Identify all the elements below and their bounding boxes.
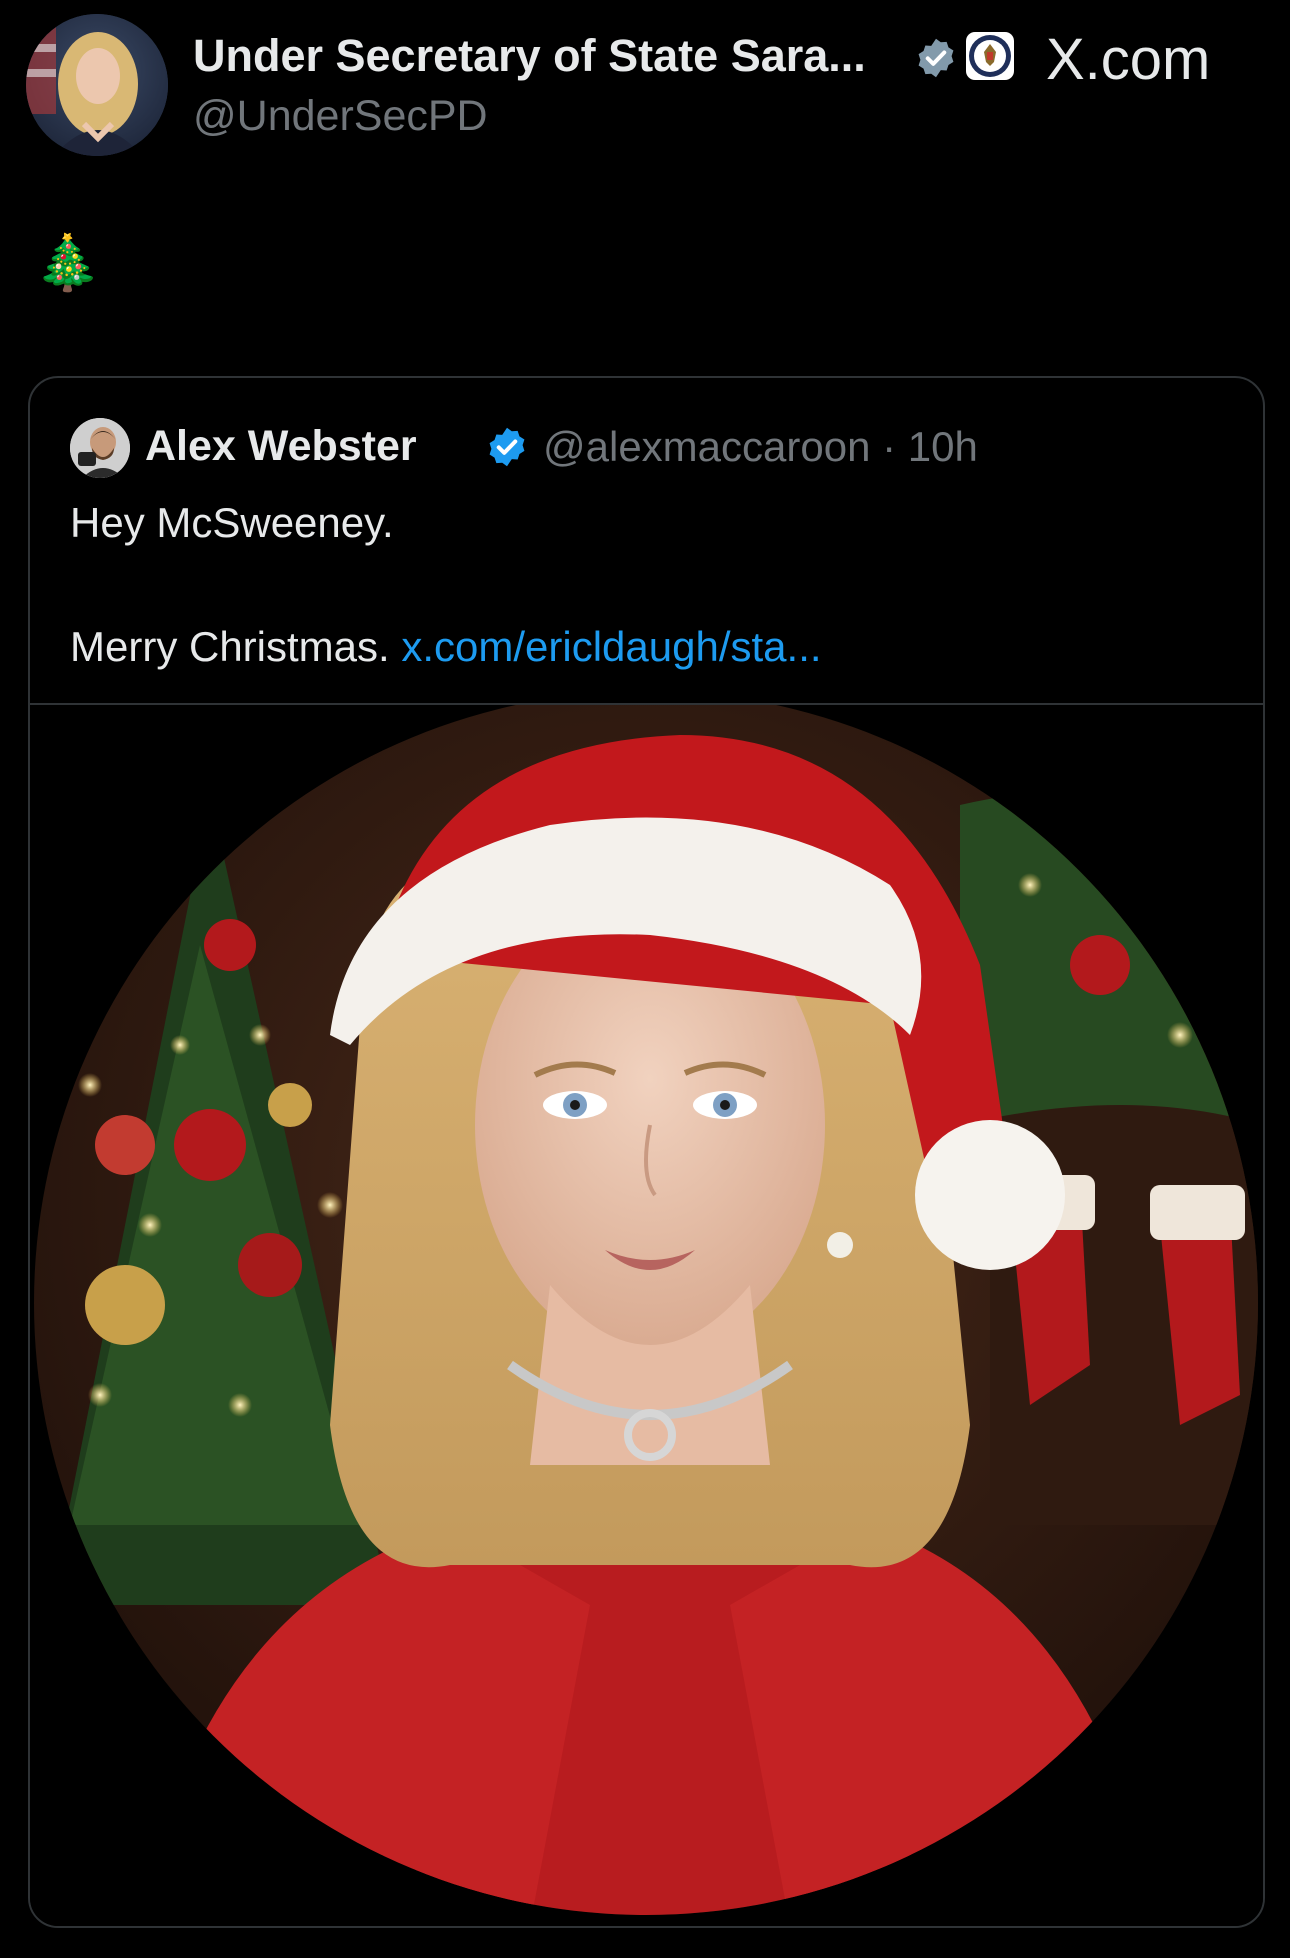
- verified-badge-icon: [914, 36, 958, 80]
- author-display-name[interactable]: Under Secretary of State Sara...: [193, 30, 866, 82]
- author-avatar-image: [26, 14, 168, 156]
- quoted-author-handle[interactable]: @alexmaccaroon · 10h: [543, 423, 978, 471]
- quoted-tweet-card[interactable]: Alex Webster @alexmaccaroon · 10h Hey Mc…: [28, 376, 1265, 1928]
- x-brand-label: X.com: [1046, 26, 1210, 93]
- author-handle[interactable]: @UnderSecPD: [193, 92, 488, 141]
- brand-text: X.com: [1046, 27, 1211, 92]
- quoted-author-avatar[interactable]: [70, 418, 130, 478]
- quoted-tweet-body: Hey McSweeney. Merry Christmas. x.com/er…: [70, 498, 1230, 672]
- post-header: Under Secretary of State Sara... @UnderS…: [0, 0, 1290, 180]
- quoted-link[interactable]: x.com/ericldaugh/sta...: [401, 623, 821, 670]
- quoted-tweet-header: Alex Webster @alexmaccaroon · 10h: [70, 418, 1250, 478]
- tweet-text: 🎄: [34, 233, 102, 293]
- quoted-author-name[interactable]: Alex Webster: [145, 422, 417, 471]
- quoted-text: Merry Christmas.: [70, 623, 390, 670]
- quoted-text-line: Merry Christmas. x.com/ericldaugh/sta...: [70, 622, 1230, 672]
- author-avatar[interactable]: [26, 14, 168, 156]
- state-department-seal-icon[interactable]: [966, 32, 1014, 80]
- quoted-text-line: Hey McSweeney.: [70, 499, 394, 546]
- verified-badge-icon: [485, 425, 529, 469]
- santa-hat-portrait-image[interactable]: [30, 705, 1263, 1926]
